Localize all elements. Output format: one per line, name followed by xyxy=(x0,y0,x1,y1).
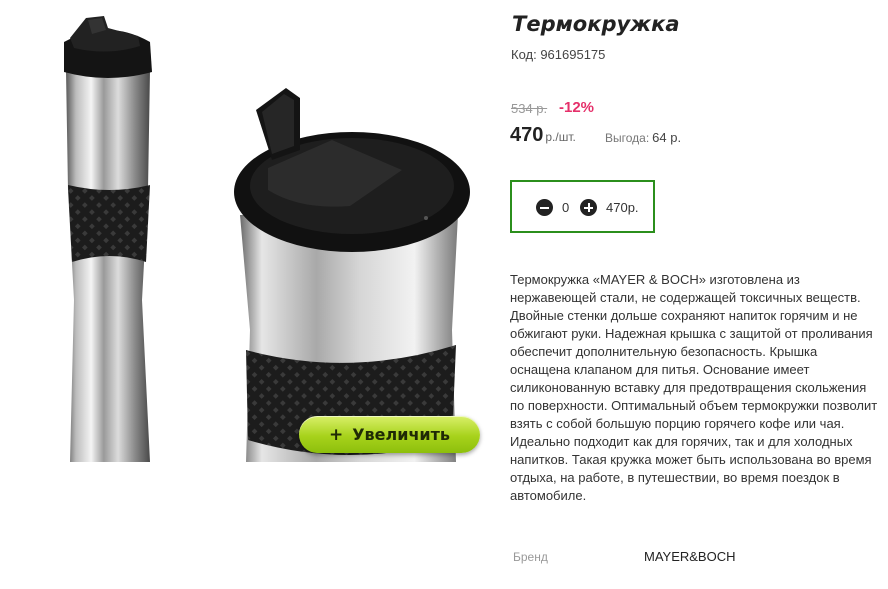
product-image[interactable]: + Увеличить xyxy=(0,0,492,470)
quantity-sum: 470р. xyxy=(606,200,639,215)
plus-circle-icon[interactable] xyxy=(580,199,597,216)
product-code: Код: 961695175 xyxy=(511,47,606,62)
price-row: 470 р./шт. xyxy=(510,124,576,147)
benefit-label: Выгода: xyxy=(605,131,650,145)
zoom-button[interactable]: + Увеличить xyxy=(299,416,480,453)
product-title: Термокружка xyxy=(512,12,680,36)
quantity-value: 0 xyxy=(562,200,570,215)
benefit: Выгода: 64 р. xyxy=(605,130,681,145)
benefit-value: 64 р. xyxy=(652,130,682,145)
product-description: Термокружка «MAYER & BOCH» изготовлена и… xyxy=(510,272,878,503)
old-price: 534 р. xyxy=(511,101,548,116)
brand-value: MAYER&BOCH xyxy=(644,549,736,564)
discount-badge: -12% xyxy=(559,99,595,116)
zoom-button-label: Увеличить xyxy=(352,425,451,444)
price: 470 xyxy=(510,124,544,146)
product-photo xyxy=(64,16,470,462)
quantity-selector: 0 470р. xyxy=(510,180,655,233)
minus-circle-icon[interactable] xyxy=(536,199,553,216)
plus-icon: + xyxy=(328,424,344,445)
brand-label: Бренд xyxy=(513,550,548,564)
price-unit: р./шт. xyxy=(545,130,576,144)
